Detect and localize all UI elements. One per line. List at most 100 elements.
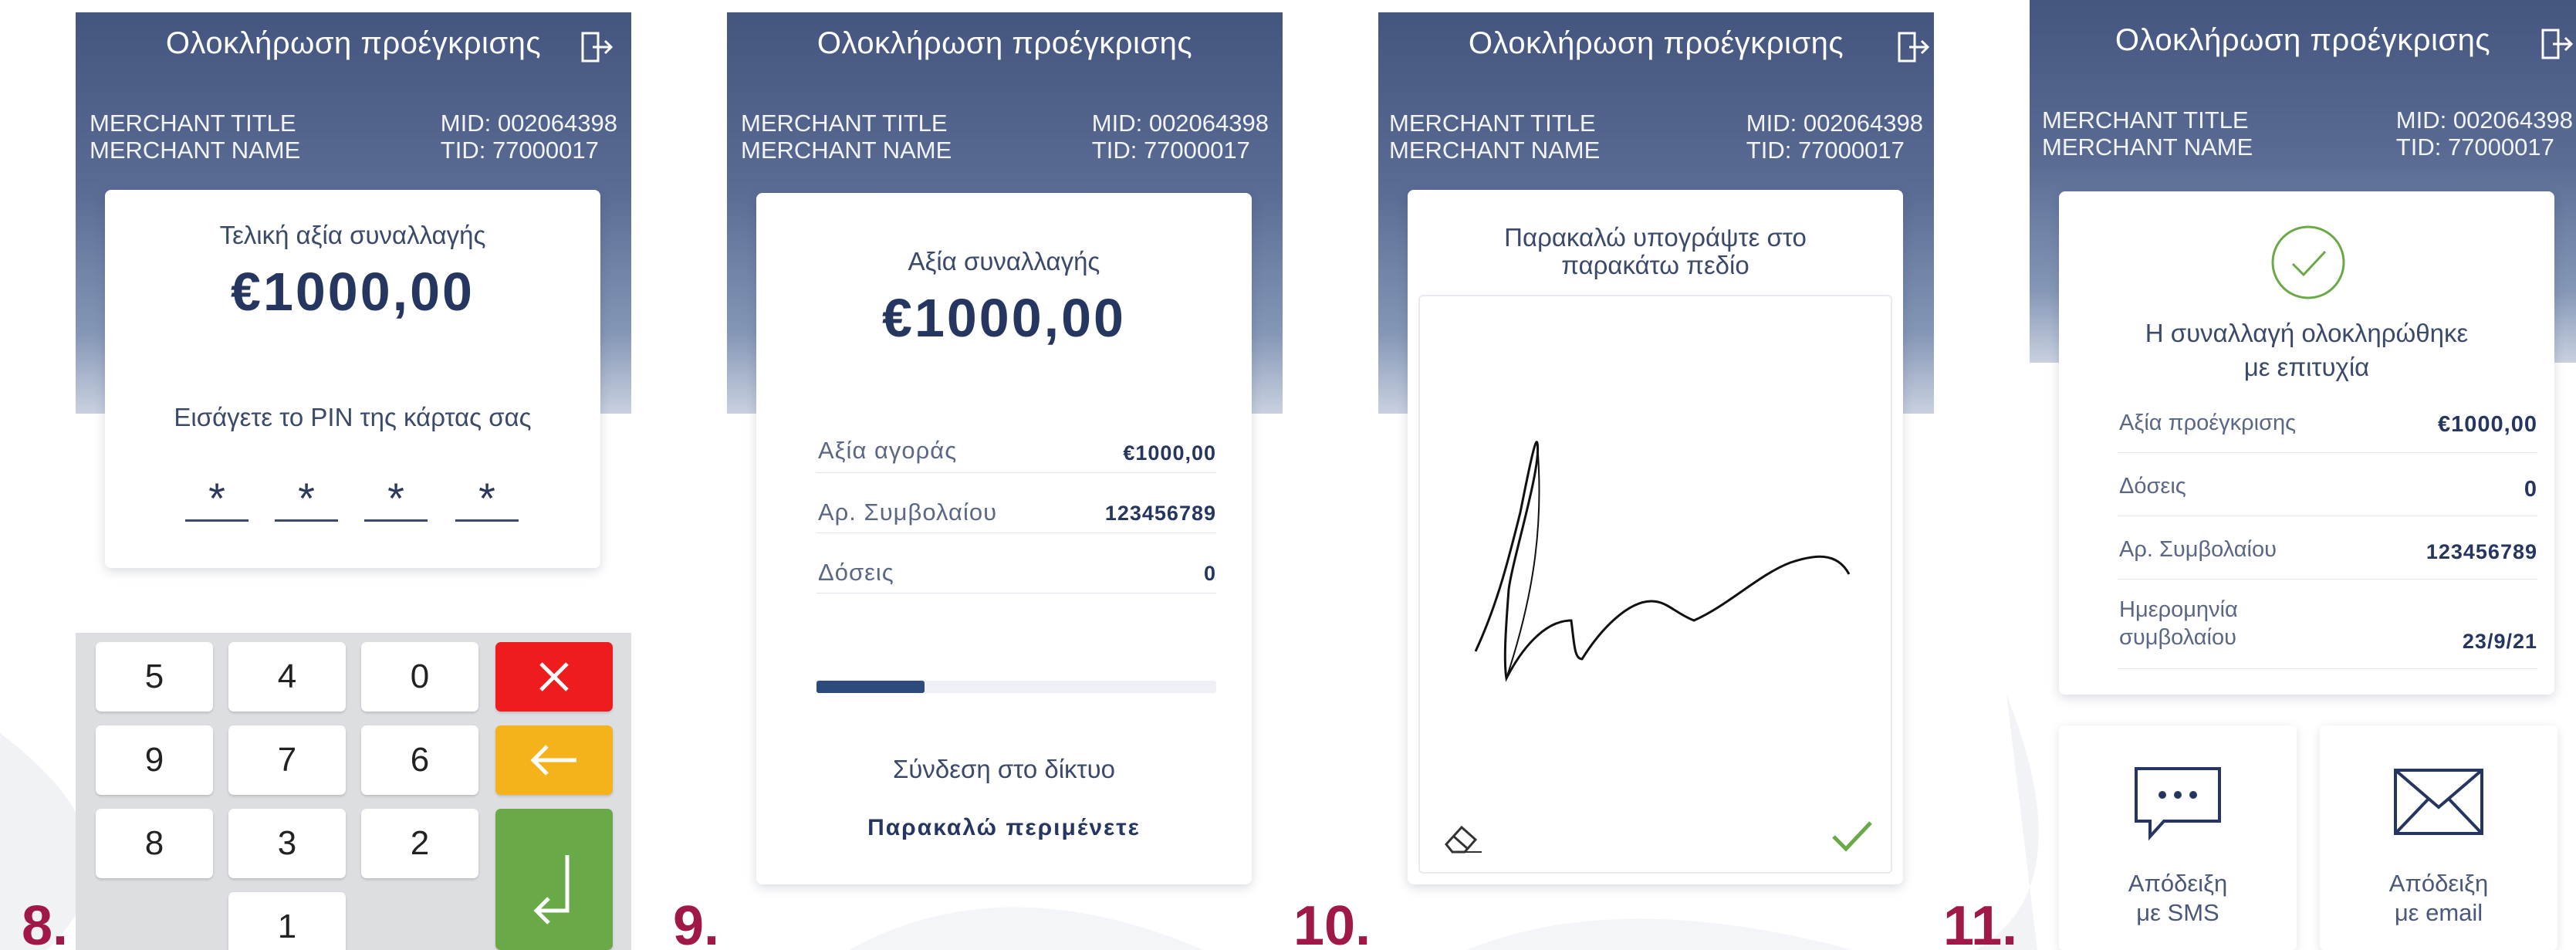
contract-number-label: Αρ. Συμβολαίου — [2119, 537, 2277, 562]
terminal-info: MID: 002064398 TID: 77000017 — [1746, 110, 1923, 164]
chat-bubble-icon — [2135, 767, 2221, 841]
purchase-amount-value: €1000,00 — [1123, 441, 1216, 465]
pin-digit-3: * — [364, 468, 428, 522]
exit-icon[interactable] — [2541, 28, 2574, 60]
tid-label: TID: 77000017 — [1091, 137, 1250, 164]
email-receipt-label: Απόδειξη με email — [2388, 870, 2489, 926]
key-0[interactable]: 0 — [361, 642, 478, 712]
close-icon — [539, 662, 569, 691]
key-8[interactable]: 8 — [96, 809, 213, 878]
key-9[interactable]: 9 — [96, 725, 213, 795]
screen-success: Ολοκλήρωση προέγκρισης MERCHANT TITLE ME… — [2030, 0, 2576, 950]
sms-receipt-label: Απόδειξη με SMS — [2128, 870, 2228, 926]
arrow-left-icon — [530, 745, 576, 776]
installments-value: 0 — [2524, 477, 2537, 502]
preapproval-amount-label: Αξία προέγκρισης — [2119, 411, 2297, 435]
terminal-info: MID: 002064398 TID: 77000017 — [2396, 106, 2573, 161]
exit-icon[interactable] — [580, 31, 614, 63]
step-number-8: 8. — [22, 895, 69, 950]
progress-fill — [816, 681, 925, 693]
merchant-name: MERCHANT NAME — [741, 137, 952, 164]
pin-digit-2: * — [275, 468, 338, 522]
email-receipt-button[interactable]: Απόδειξη με email — [2320, 725, 2557, 950]
success-check-icon — [2271, 225, 2345, 299]
envelope-icon — [2394, 769, 2483, 835]
contract-number-label: Αρ. Συμβολαίου — [818, 499, 998, 526]
merchant-name: MERCHANT NAME — [2042, 134, 2253, 161]
terminal-info: MID: 002064398 TID: 77000017 — [1092, 110, 1269, 164]
installments-label: Δόσεις — [818, 559, 894, 586]
sms-receipt-button[interactable]: Απόδειξη με SMS — [2059, 725, 2297, 950]
header-title: Ολοκλήρωση προέγκρισης — [165, 26, 542, 60]
merchant-info: MERCHANT TITLE MERCHANT NAME — [741, 110, 952, 164]
tid-label: TID: 77000017 — [440, 137, 599, 164]
signature-pad[interactable] — [1418, 295, 1892, 874]
clear-key[interactable] — [495, 725, 613, 795]
success-message: Η συναλλαγή ολοκληρώθηκε με επιτυχία — [2145, 319, 2469, 381]
contract-date-value: 23/9/21 — [2462, 630, 2537, 653]
pin-keypad: 5 4 0 9 7 6 8 3 2 1 — [76, 633, 631, 950]
step-number-11: 11. — [1943, 895, 2018, 950]
pin-prompt: Εισάγετε το PIN της κάρτας σας — [174, 403, 532, 431]
screen-signature: Ολοκλήρωση προέγκρισης MERCHANT TITLE ME… — [1378, 0, 1934, 950]
terminal-info: MID: 002064398 TID: 77000017 — [441, 110, 617, 164]
merchant-info: MERCHANT TITLE MERCHANT NAME — [90, 110, 300, 164]
enter-icon — [533, 855, 570, 925]
wait-text: Παρακαλώ περιμένετε — [867, 815, 1141, 840]
installments-label: Δόσεις — [2119, 474, 2186, 499]
step-number-10: 10. — [1293, 895, 1371, 950]
tid-label: TID: 77000017 — [2395, 134, 2554, 161]
merchant-name: MERCHANT NAME — [1389, 137, 1601, 164]
screen-processing: Ολοκλήρωση προέγκρισης MERCHANT TITLE ME… — [727, 0, 1283, 950]
exit-icon[interactable] — [1897, 31, 1931, 63]
amount-label: Αξία συναλλαγής — [908, 247, 1100, 276]
pin-digit-1: * — [185, 468, 248, 522]
key-6[interactable]: 6 — [361, 725, 478, 795]
key-7[interactable]: 7 — [228, 725, 346, 795]
mid-label: MID: 002064398 — [1091, 110, 1269, 137]
key-5[interactable]: 5 — [96, 642, 213, 712]
merchant-title: MERCHANT TITLE — [1389, 110, 1596, 137]
step-number-9: 9. — [673, 895, 720, 950]
amount-value: €1000,00 — [882, 288, 1126, 348]
merchant-info: MERCHANT TITLE MERCHANT NAME — [2042, 106, 2253, 161]
purchase-amount-label: Αξία αγοράς — [818, 437, 958, 464]
installments-value: 0 — [1203, 562, 1216, 585]
header-title: Ολοκλήρωση προέγκρισης — [2115, 23, 2491, 57]
pin-digit-4: * — [455, 468, 519, 522]
eraser-icon[interactable] — [1442, 821, 1485, 855]
row-divider — [816, 472, 1216, 473]
contract-number-value: 123456789 — [1104, 502, 1216, 525]
merchant-info: MERCHANT TITLE MERCHANT NAME — [1389, 110, 1600, 164]
row-divider — [816, 532, 1216, 533]
signature-stroke — [1474, 441, 1851, 682]
amount-value: €1000,00 — [231, 262, 475, 322]
tid-label: TID: 77000017 — [1746, 137, 1905, 164]
processing-card: Αξία συναλλαγής €1000,00 Αξία αγοράς €10… — [756, 193, 1252, 884]
key-2[interactable]: 2 — [361, 809, 478, 878]
preapproval-amount-value: €1000,00 — [2438, 412, 2537, 437]
row-divider — [2118, 452, 2537, 453]
signature-card: Παρακαλώ υπογράψτε στο παρακάτω πεδίο — [1408, 190, 1903, 884]
key-1[interactable]: 1 — [228, 892, 346, 950]
signature-prompt: Παρακαλώ υπογράψτε στο παρακάτω πεδίο — [1504, 223, 1807, 279]
mid-label: MID: 002064398 — [2395, 106, 2573, 134]
merchant-title: MERCHANT TITLE — [2042, 106, 2249, 134]
enter-key[interactable] — [495, 809, 613, 950]
pin-card: Τελική αξία συναλλαγής €1000,00 Εισάγετε… — [105, 190, 600, 568]
header-title: Ολοκλήρωση προέγκρισης — [1468, 26, 1844, 60]
row-divider — [2118, 579, 2537, 580]
merchant-name: MERCHANT NAME — [90, 137, 301, 164]
row-divider — [2118, 668, 2537, 669]
key-4[interactable]: 4 — [228, 642, 346, 712]
merchant-title: MERCHANT TITLE — [741, 110, 948, 137]
success-card: Η συναλλαγή ολοκληρώθηκε με επιτυχία Αξί… — [2059, 191, 2554, 695]
cancel-key[interactable] — [495, 642, 613, 712]
merchant-title: MERCHANT TITLE — [90, 110, 296, 137]
checkmark-icon[interactable] — [1829, 818, 1875, 855]
amount-label: Τελική αξία συναλλαγής — [219, 221, 486, 249]
header-title: Ολοκλήρωση προέγκρισης — [816, 26, 1193, 60]
contract-date-label: Ημερομηνία συμβολαίου — [2119, 597, 2238, 650]
key-3[interactable]: 3 — [228, 809, 346, 878]
screen-pin-entry: Ολοκλήρωση προέγκρισης MERCHANT TITLE ME… — [76, 0, 631, 950]
